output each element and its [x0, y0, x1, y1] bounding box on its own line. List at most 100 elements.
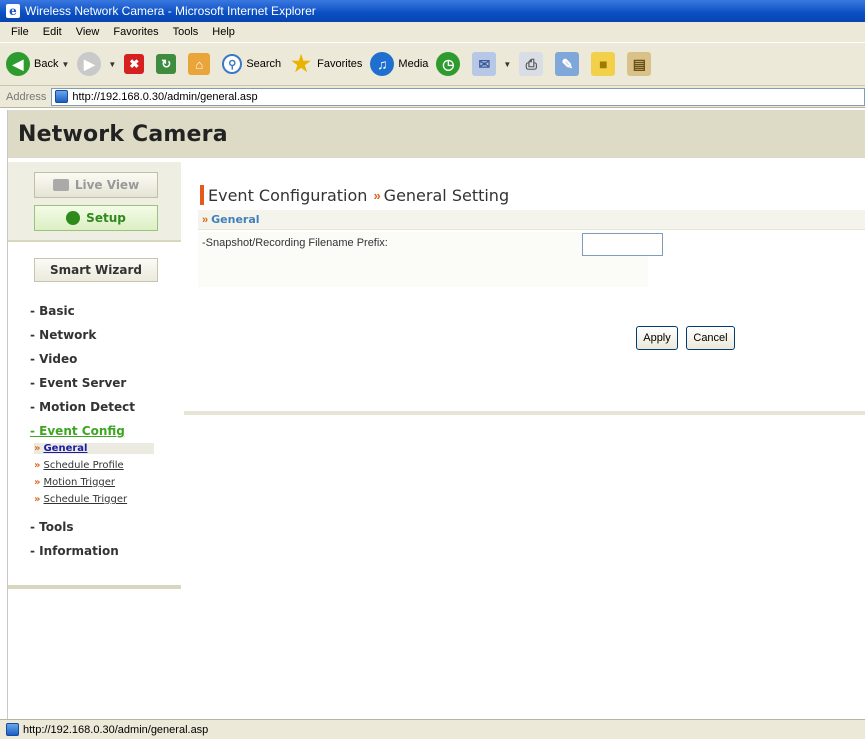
chevron-right-icon: » — [34, 460, 41, 471]
subitem-motion-trigger-label: Motion Trigger — [43, 477, 116, 488]
back-arrow-icon: ◀ — [6, 52, 30, 76]
brand-title: Network Camera — [18, 121, 228, 147]
search-icon: ⚲ — [222, 54, 243, 74]
edit-icon: ✎ — [555, 52, 580, 76]
page-header: Network Camera — [8, 110, 865, 158]
title-event-configuration: Event Configuration — [208, 185, 368, 205]
page-icon — [6, 723, 19, 736]
mail-icon: ✉ — [472, 52, 497, 76]
camera-icon — [52, 179, 69, 191]
forward-button[interactable]: ▶ ▼ — [77, 52, 116, 76]
sidebar-item-basic[interactable]: - Basic — [30, 304, 75, 318]
setup-label: Setup — [86, 211, 126, 225]
back-button[interactable]: ◀ Back ▼ — [6, 52, 69, 76]
sidebar-item-event-config[interactable]: - Event Config — [30, 424, 125, 438]
chevron-right-icon: » — [202, 213, 209, 226]
sidebar-item-event-server[interactable]: - Event Server — [30, 376, 126, 390]
chevron-right-icon: » — [34, 443, 41, 454]
address-label: Address — [6, 90, 47, 103]
chevron-right-icon: » — [34, 477, 41, 488]
address-input[interactable]: http://192.168.0.30/admin/general.asp — [51, 87, 865, 106]
subitem-schedule-trigger-label: Schedule Trigger — [43, 494, 128, 505]
status-bar: http://192.168.0.30/admin/general.asp — [0, 719, 865, 739]
sidebar-menu: Smart Wizard - Basic - Network - Video -… — [8, 246, 181, 581]
menu-help[interactable]: Help — [205, 26, 242, 38]
sidebar-top: Live View Setup — [8, 162, 181, 242]
home-icon: ⌂ — [188, 53, 211, 75]
menu-favorites[interactable]: Favorites — [106, 26, 165, 38]
favorites-button[interactable]: ★ Favorites — [289, 51, 363, 76]
search-button[interactable]: ⚲ Search — [222, 54, 281, 74]
media-icon: ♫ — [370, 52, 395, 76]
section-header-general: » General — [198, 210, 865, 230]
page-title: Event Configuration » General Setting — [200, 185, 509, 205]
history-button[interactable]: ◷ — [436, 52, 464, 76]
subitem-schedule-profile[interactable]: » Schedule Profile — [34, 460, 124, 471]
ie-logo-icon: e — [6, 4, 20, 18]
filename-prefix-input[interactable] — [582, 233, 663, 256]
subitem-general-label: General — [43, 443, 88, 454]
menu-view[interactable]: View — [69, 26, 107, 38]
live-view-label: Live View — [74, 178, 140, 192]
print-button[interactable]: ⎙ — [519, 52, 547, 76]
subitem-motion-trigger[interactable]: » Motion Trigger — [34, 477, 115, 488]
favorites-star-icon: ★ — [291, 51, 312, 76]
favorites-label: Favorites — [317, 58, 363, 70]
window-title: Wireless Network Camera - Microsoft Inte… — [25, 4, 316, 18]
print-icon: ⎙ — [519, 52, 544, 76]
chevron-down-icon: ▼ — [61, 59, 70, 69]
subitem-schedule-profile-label: Schedule Profile — [43, 460, 124, 471]
refresh-button[interactable]: ↻ — [156, 54, 180, 74]
title-separator: » — [373, 187, 381, 203]
media-label: Media — [398, 58, 429, 70]
forward-arrow-icon: ▶ — [77, 52, 102, 76]
menubar: File Edit View Favorites Tools Help — [0, 22, 865, 42]
research-button[interactable]: ▤ — [627, 52, 655, 76]
subitem-general[interactable]: » General — [34, 443, 154, 454]
chevron-right-icon: » — [34, 494, 41, 505]
home-button[interactable]: ⌂ — [188, 53, 214, 75]
chevron-down-icon: ▼ — [503, 59, 512, 69]
edit-button[interactable]: ✎ — [555, 52, 583, 76]
smart-wizard-button[interactable]: Smart Wizard — [34, 258, 158, 282]
page-content: Network Camera Live View Setup Smart Wiz… — [7, 110, 865, 719]
browser-toolbar: ◀ Back ▼ ▶ ▼ ✖ ↻ ⌂ ⚲ Search ★ Favorites … — [0, 42, 865, 86]
live-view-button[interactable]: Live View — [34, 172, 158, 198]
page-icon — [55, 90, 69, 103]
history-icon: ◷ — [436, 52, 461, 76]
sidebar-item-video[interactable]: - Video — [30, 352, 77, 366]
main-panel: Event Configuration » General Setting » … — [184, 162, 865, 415]
sidebar-item-network[interactable]: - Network — [30, 328, 96, 342]
cancel-button[interactable]: Cancel — [686, 326, 735, 350]
discuss-button[interactable]: ■ — [591, 52, 619, 76]
apply-button[interactable]: Apply — [636, 326, 678, 350]
setup-icon — [66, 211, 81, 225]
address-url: http://192.168.0.30/admin/general.asp — [72, 90, 258, 103]
discuss-icon: ■ — [591, 52, 616, 76]
filename-prefix-label: -Snapshot/Recording Filename Prefix: — [202, 237, 388, 249]
address-bar: Address http://192.168.0.30/admin/genera… — [0, 86, 865, 108]
sidebar-item-information[interactable]: - Information — [30, 544, 119, 558]
menu-file[interactable]: File — [4, 26, 36, 38]
stop-button[interactable]: ✖ — [124, 54, 148, 74]
sidebar-item-motion-detect[interactable]: - Motion Detect — [30, 400, 135, 414]
sidebar-item-tools[interactable]: - Tools — [30, 520, 74, 534]
media-button[interactable]: ♫ Media — [370, 52, 428, 76]
menu-tools[interactable]: Tools — [166, 26, 206, 38]
subitem-schedule-trigger[interactable]: » Schedule Trigger — [34, 494, 127, 505]
title-general-setting: General Setting — [383, 185, 510, 205]
menu-edit[interactable]: Edit — [36, 26, 69, 38]
mail-button[interactable]: ✉ ▼ — [472, 52, 511, 76]
section-title: General — [211, 213, 260, 226]
sidebar: Live View Setup Smart Wizard - Basic - N… — [8, 162, 181, 662]
sidebar-divider — [8, 585, 181, 589]
status-text: http://192.168.0.30/admin/general.asp — [23, 723, 209, 736]
window-titlebar: e Wireless Network Camera - Microsoft In… — [0, 0, 865, 22]
back-label: Back — [34, 58, 59, 70]
research-icon: ▤ — [627, 52, 652, 76]
refresh-icon: ↻ — [156, 54, 177, 74]
setup-button[interactable]: Setup — [34, 205, 158, 231]
title-accent-bar — [200, 185, 204, 205]
search-label: Search — [246, 58, 282, 70]
chevron-down-icon: ▼ — [108, 59, 117, 69]
